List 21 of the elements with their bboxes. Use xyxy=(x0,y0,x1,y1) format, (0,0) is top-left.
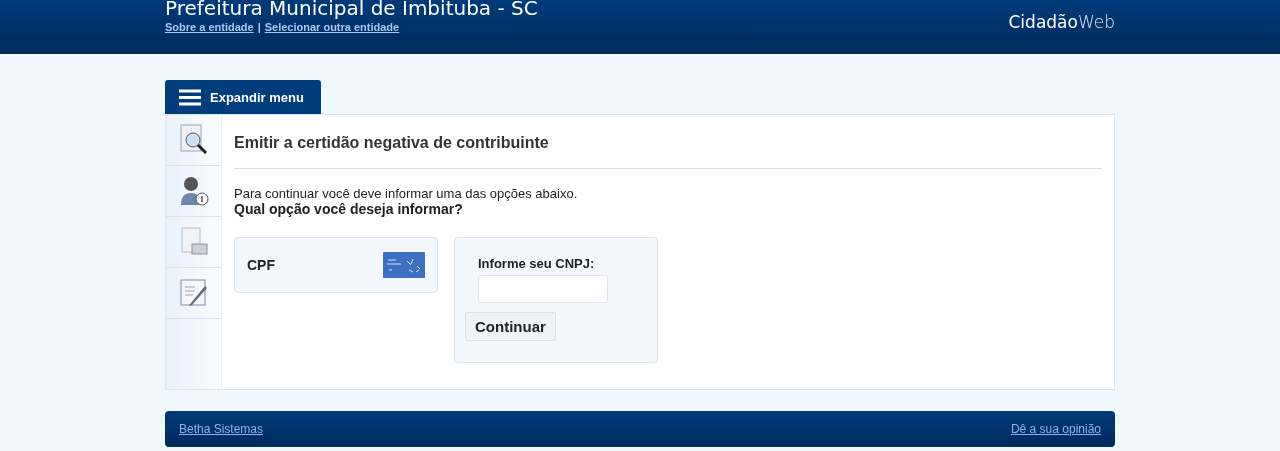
person-info-icon[interactable] xyxy=(178,175,209,207)
footer-link[interactable]: Dê a sua opinião xyxy=(1010,422,1101,436)
option-label: CPF xyxy=(247,257,275,273)
page-heading: Emitir a certidão negativa de contribuinte xyxy=(234,115,1102,169)
menu-icon xyxy=(179,88,201,106)
continue-button[interactable]: Continuar xyxy=(465,312,556,341)
header-link[interactable]: Sobre a entidade xyxy=(165,21,254,33)
id-card-icon xyxy=(383,252,425,278)
footer-link[interactable]: Betha Sistemas xyxy=(179,422,264,436)
site-title: Prefeitura Municipal de Imbituba - SC xyxy=(165,0,538,18)
field-label: Informe seu CNPJ: xyxy=(478,256,596,271)
cnpj-input-field[interactable] xyxy=(478,275,608,303)
expand-menu-tab[interactable]: Expandir menu xyxy=(165,80,321,114)
form-pencil-icon[interactable] xyxy=(178,277,209,309)
question-text: Qual opção você deseja informar? xyxy=(234,201,464,217)
instruction-text: Para continuar você deve informar uma das opções abaixo. xyxy=(234,186,579,201)
link-separator: | xyxy=(257,21,261,33)
header-link[interactable]: Selecionar outra entidade xyxy=(264,21,400,33)
cpf-option-card[interactable]: CPF xyxy=(234,237,438,293)
logo: CidadãoWeb xyxy=(1008,12,1115,32)
magnifier-document-icon[interactable] xyxy=(178,124,209,156)
